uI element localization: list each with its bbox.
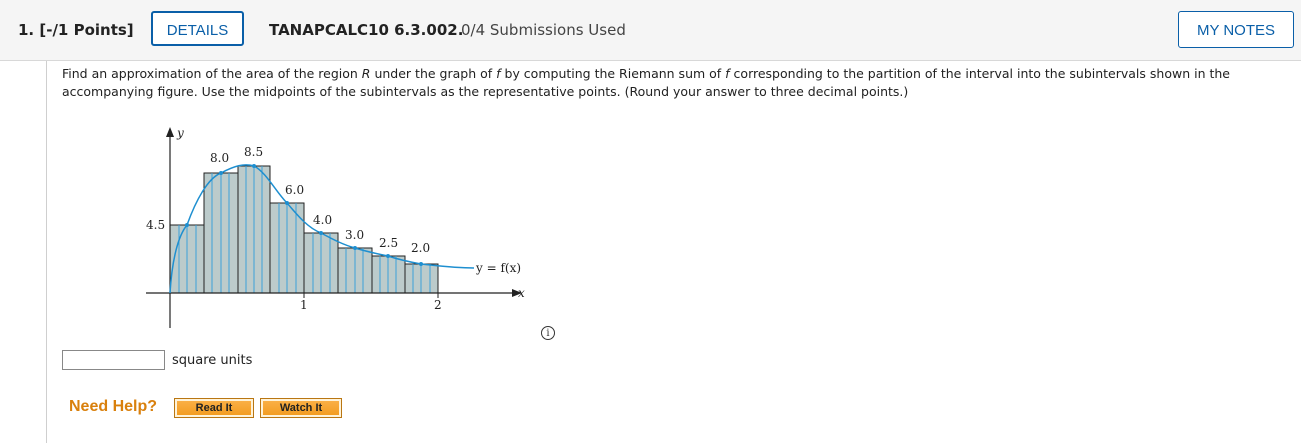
curve-label: y = f(x) [475, 261, 521, 275]
value-label: 2.5 [379, 236, 398, 250]
value-label: 4.0 [313, 213, 332, 227]
info-icon[interactable]: i [541, 326, 555, 340]
watch-it-button[interactable]: Watch It [260, 398, 342, 418]
y-axis-label: y [176, 126, 184, 140]
value-label: 8.0 [210, 151, 229, 165]
x-axis-label: x [518, 286, 525, 300]
read-it-button[interactable]: Read It [174, 398, 254, 418]
answer-input[interactable] [62, 350, 165, 370]
value-label: 4.5 [146, 218, 165, 232]
value-label: 3.0 [345, 228, 364, 242]
value-label: 2.0 [411, 241, 430, 255]
value-label: 8.5 [244, 145, 263, 159]
x-tick-label-1: 1 [300, 298, 308, 312]
x-tick-label-2: 2 [434, 298, 442, 312]
need-help-label: Need Help? [69, 398, 158, 415]
value-label: 6.0 [285, 183, 304, 197]
units-label: square units [172, 353, 253, 368]
riemann-sum-figure: y x y = f(x) 1 2 4.5 8.0 8.5 6.0 4.0 3.0… [146, 126, 525, 328]
y-axis-arrow [166, 127, 174, 137]
